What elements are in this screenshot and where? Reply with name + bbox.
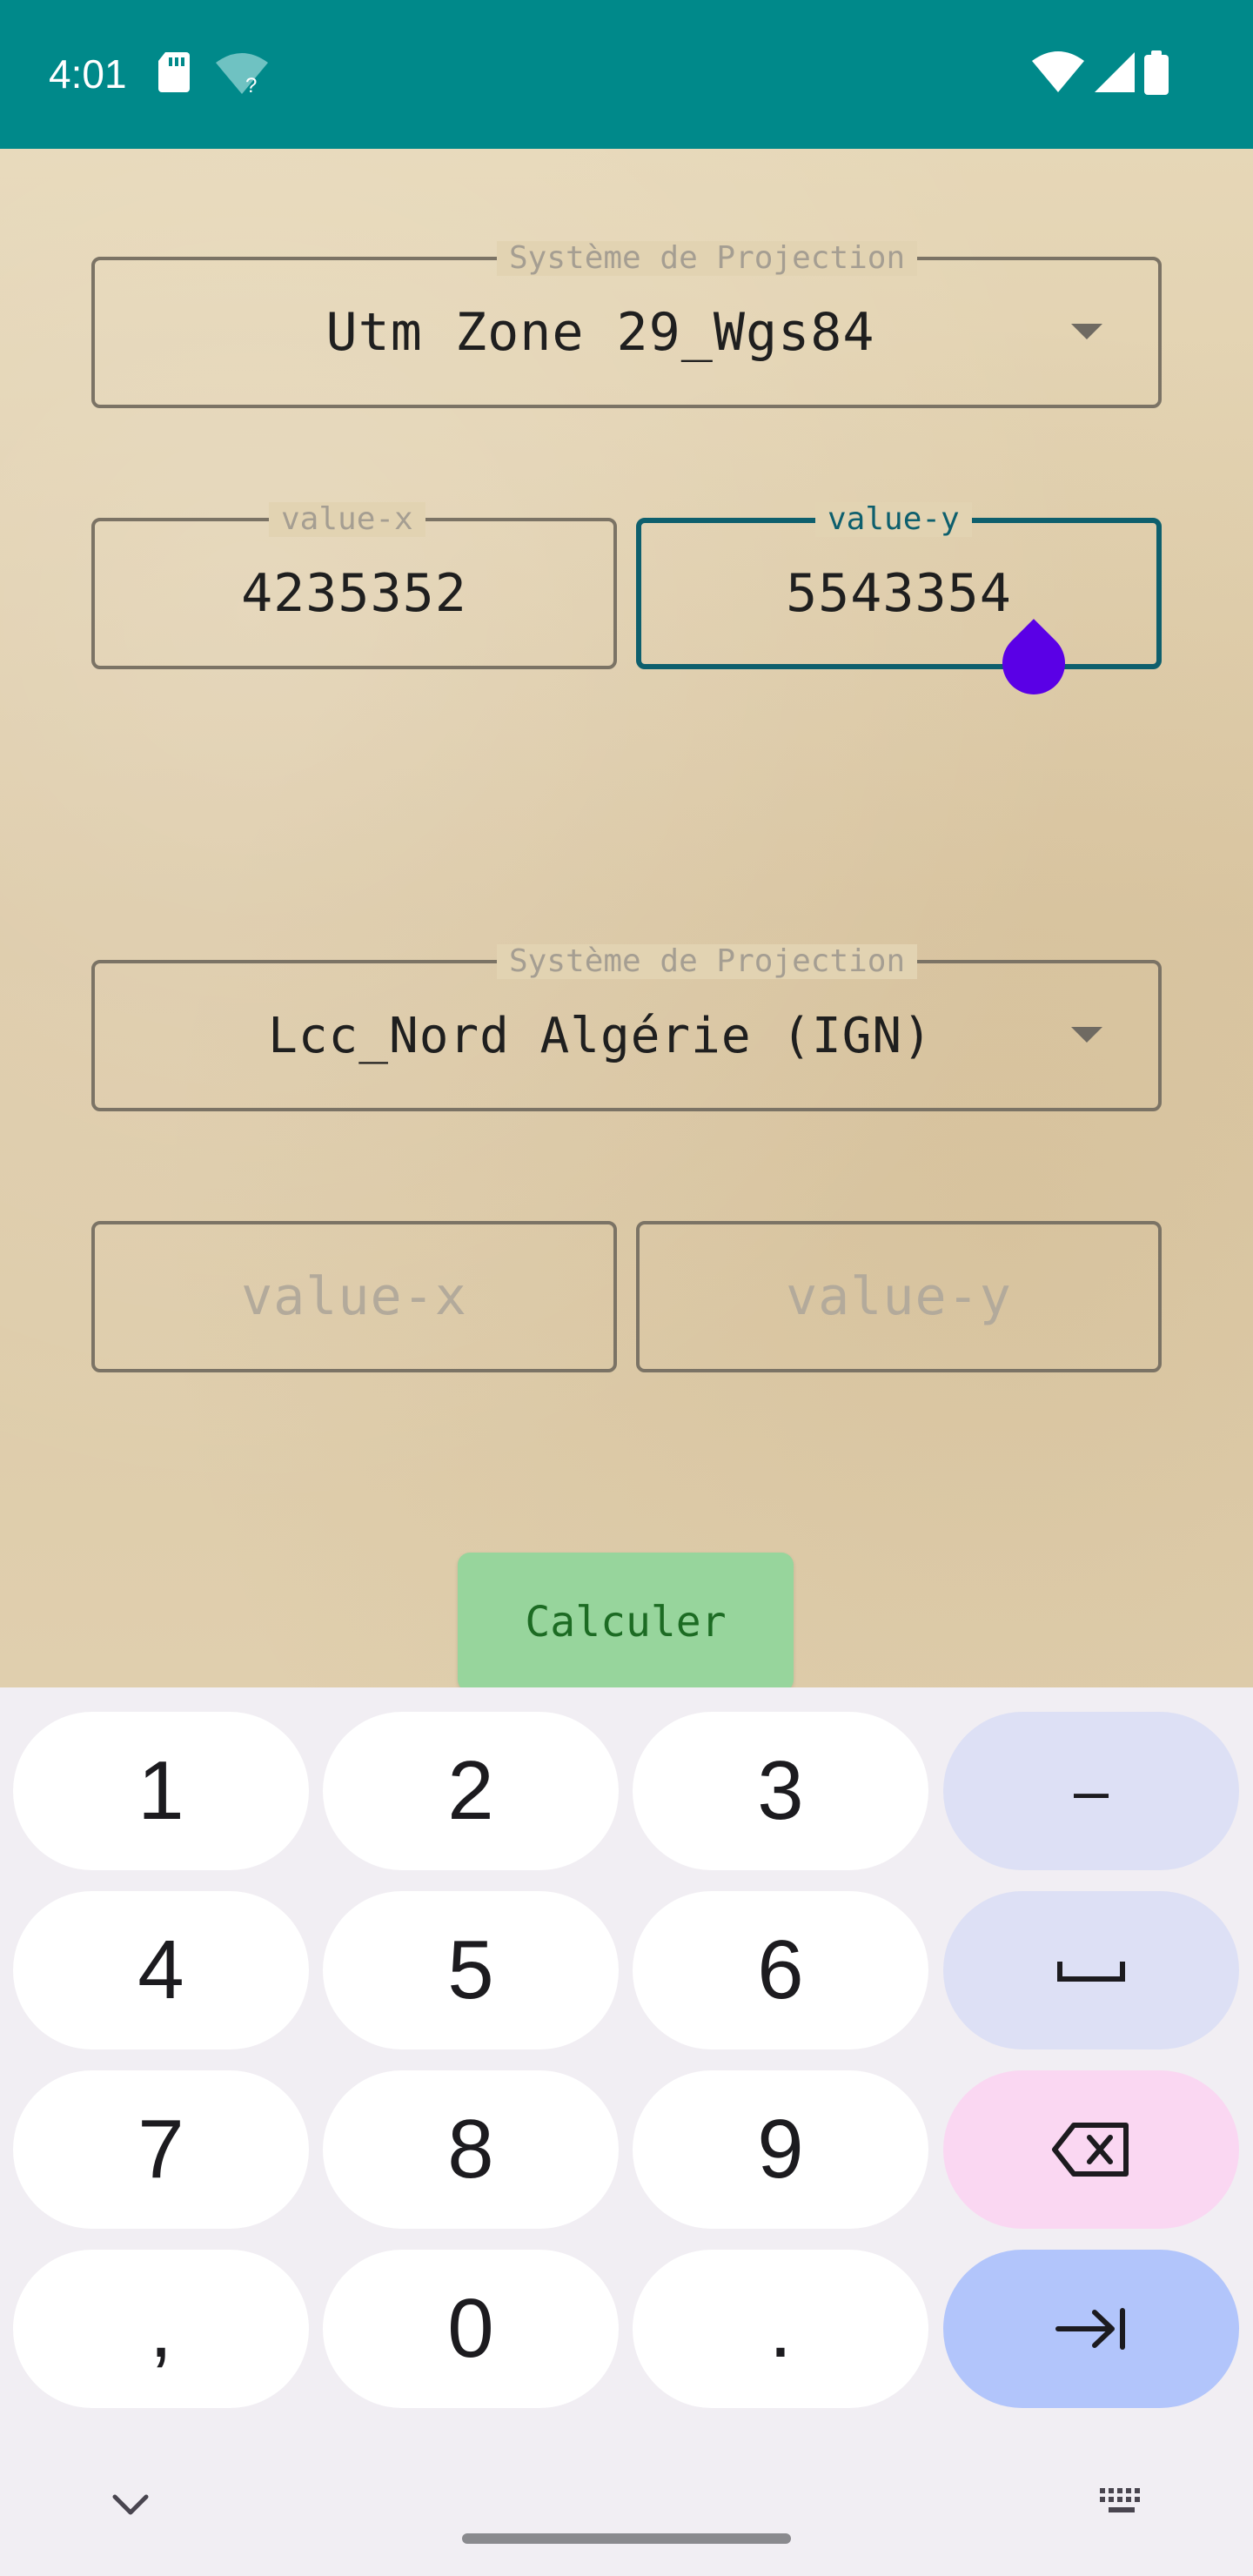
key-comma[interactable]: , bbox=[13, 2250, 309, 2408]
keyboard-switch-icon[interactable] bbox=[1098, 2486, 1147, 2521]
hide-keyboard-chevron-icon[interactable] bbox=[110, 2492, 151, 2518]
chevron-down-icon[interactable] bbox=[1071, 1027, 1102, 1043]
svg-text:?: ? bbox=[245, 74, 257, 96]
target-y-input[interactable]: value-y bbox=[636, 1221, 1162, 1372]
space-icon bbox=[1057, 1962, 1125, 1982]
key-6[interactable]: 6 bbox=[633, 1891, 928, 2049]
key-9[interactable]: 9 bbox=[633, 2070, 928, 2229]
key-1[interactable]: 1 bbox=[13, 1712, 309, 1870]
backspace-icon bbox=[1052, 2123, 1129, 2177]
key-space[interactable] bbox=[943, 1891, 1239, 2049]
source-projection-dropdown[interactable]: Système de Projection Utm Zone 29_Wgs84 bbox=[91, 241, 1162, 408]
battery-icon bbox=[1144, 50, 1169, 95]
source-x-value: 4235352 bbox=[241, 563, 467, 624]
key-2[interactable]: 2 bbox=[323, 1712, 619, 1870]
status-time: 4:01 bbox=[49, 51, 127, 97]
home-indicator[interactable] bbox=[462, 2533, 791, 2544]
key-tab-next[interactable] bbox=[943, 2250, 1239, 2408]
wifi-question-icon: ? bbox=[216, 53, 268, 96]
key-4[interactable]: 4 bbox=[13, 1891, 309, 2049]
source-projection-value: Utm Zone 29_Wgs84 bbox=[325, 302, 875, 363]
key-period[interactable]: . bbox=[633, 2250, 928, 2408]
converter-form: Système de Projection Utm Zone 29_Wgs84 … bbox=[0, 149, 1253, 1687]
target-y-placeholder: value-y bbox=[786, 1266, 1012, 1327]
key-dash[interactable]: – bbox=[943, 1712, 1239, 1870]
key-8[interactable]: 8 bbox=[323, 2070, 619, 2229]
sd-card-icon bbox=[158, 52, 190, 92]
key-5[interactable]: 5 bbox=[323, 1891, 619, 2049]
chevron-down-icon[interactable] bbox=[1071, 324, 1102, 339]
target-x-input[interactable]: value-x bbox=[91, 1221, 617, 1372]
source-y-input[interactable]: value-y 5543354 bbox=[636, 502, 1162, 669]
status-bar: 4:01 ? bbox=[0, 0, 1253, 149]
key-0[interactable]: 0 bbox=[323, 2250, 619, 2408]
calculate-button[interactable]: Calculer bbox=[458, 1553, 794, 1687]
wifi-icon bbox=[1032, 51, 1084, 92]
numeric-keyboard: 1 2 3 – 4 5 6 7 8 9 , 0 . bbox=[0, 1687, 1253, 2576]
signal-icon bbox=[1095, 52, 1135, 92]
tab-arrow-icon bbox=[1055, 2308, 1125, 2350]
target-x-placeholder: value-x bbox=[241, 1266, 467, 1327]
source-y-value: 5543354 bbox=[786, 563, 1012, 624]
key-7[interactable]: 7 bbox=[13, 2070, 309, 2229]
key-3[interactable]: 3 bbox=[633, 1712, 928, 1870]
target-projection-dropdown[interactable]: Système de Projection Lcc_Nord Algérie (… bbox=[91, 944, 1162, 1111]
key-backspace[interactable] bbox=[943, 2070, 1239, 2229]
source-x-input[interactable]: value-x 4235352 bbox=[91, 502, 617, 669]
target-projection-value: Lcc_Nord Algérie (IGN) bbox=[268, 1007, 933, 1064]
